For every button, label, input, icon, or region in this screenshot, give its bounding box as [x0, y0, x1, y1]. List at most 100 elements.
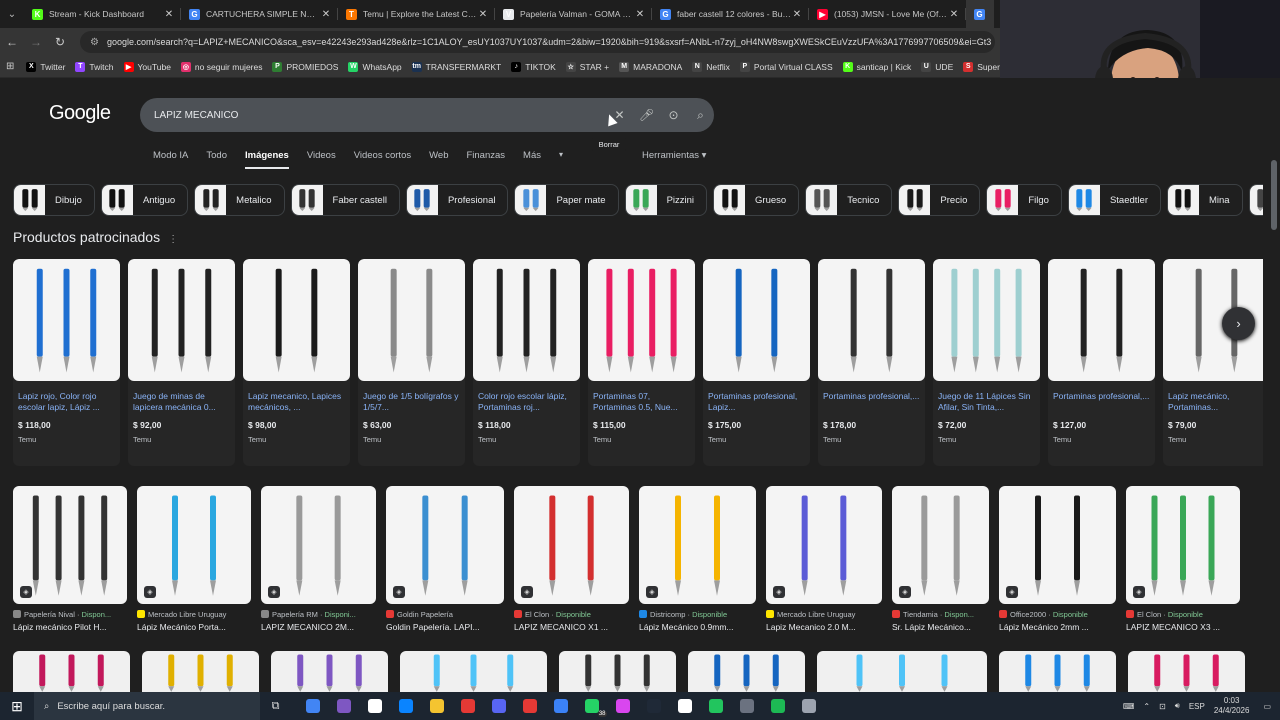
product-title[interactable]: Lapiz mecanico, Lapices mecánicos, ... — [248, 391, 345, 413]
taskbar-app-icon[interactable] — [328, 692, 359, 720]
bookmark-item[interactable]: ◎ no seguir mujeres — [180, 61, 262, 72]
tab-imágenes[interactable]: Imágenes — [245, 150, 289, 169]
sponsored-product-card[interactable]: Portaminas profesional,... $ 178,00 Temu — [818, 259, 925, 466]
image-caption[interactable]: LAPIZ MECANICO X1 ... — [514, 622, 629, 632]
image-caption[interactable]: LAPIZ MECANICO 2M... — [261, 622, 376, 632]
notifications-icon[interactable]: ▭ — [1263, 702, 1271, 711]
taskbar-app-icon[interactable] — [297, 692, 328, 720]
product-image[interactable] — [243, 259, 350, 381]
tab-web[interactable]: Web — [429, 150, 448, 169]
sponsored-product-card[interactable]: Juego de 1/5 bolígrafos y 1/5/7... $ 63,0… — [358, 259, 465, 466]
lens-icon[interactable]: ⊙ — [660, 108, 687, 122]
more-options-icon[interactable]: ⋮ — [168, 234, 178, 245]
language-indicator[interactable]: ESP — [1189, 702, 1205, 711]
product-image[interactable] — [128, 259, 235, 381]
search-input[interactable]: LAPIZ MECANICO — [154, 110, 606, 121]
image-result[interactable]: ◈ Papelería RM · Disponi... LAPIZ MECANICO… — [261, 486, 376, 632]
bookmark-item[interactable]: ▶ YouTube — [123, 61, 171, 72]
chip-pente[interactable]: Pente — [1248, 184, 1263, 216]
image-caption[interactable]: Lapiz Mecanico 2.0 M... — [766, 622, 882, 632]
image-thumbnail[interactable]: ◈ — [766, 486, 882, 604]
taskbar-app-icon[interactable] — [669, 692, 700, 720]
product-title[interactable]: Juego de 1/5 bolígrafos y 1/5/7... — [363, 391, 460, 413]
bookmark-item[interactable]: X Twitter — [26, 61, 65, 72]
sponsored-product-card[interactable]: Juego de 11 Lápices Sin Afilar, Sin Tint… — [933, 259, 1040, 466]
image-thumbnail[interactable]: ◈ — [13, 486, 127, 604]
taskbar-app-icon[interactable]: 38 — [576, 692, 607, 720]
taskbar-app-icon[interactable] — [731, 692, 762, 720]
taskbar-app-icon[interactable] — [359, 692, 390, 720]
product-title[interactable]: Portaminas profesional, Lapiz... — [708, 391, 805, 413]
taskbar-app-icon[interactable] — [483, 692, 514, 720]
image-caption[interactable]: Lápiz mecánico Pilot H... — [13, 622, 127, 632]
keyboard-icon[interactable]: ⌨ — [1123, 702, 1135, 711]
image-result[interactable]: ◈ Tiendamia · Dispon... Sr. Lápiz Mecánico… — [892, 486, 989, 632]
product-title[interactable]: Lapiz mecánico, Portaminas... — [1168, 391, 1263, 413]
browser-tab[interactable]: Gfaber castell 12 colores - Buscar ✕ — [652, 0, 809, 28]
bookmark-item[interactable]: N Netflix — [692, 61, 730, 72]
image-thumbnail[interactable]: ◈ — [386, 486, 504, 604]
product-image[interactable] — [818, 259, 925, 381]
taskbar-search[interactable]: ⌕ Escribe aquí para buscar. — [34, 692, 260, 720]
chip-dibujo[interactable]: Dibujo — [13, 184, 95, 216]
tab-close-icon[interactable]: ✕ — [477, 9, 489, 20]
reload-icon[interactable]: ↻ — [48, 35, 72, 49]
scrollbar-thumb[interactable] — [1271, 160, 1277, 230]
sponsored-product-card[interactable]: Color rojo escolar lápiz, Portaminas roj… — [473, 259, 580, 466]
sponsored-product-card[interactable]: Lapiz mecánico, Portaminas... $ 79,00 Temu — [1163, 259, 1263, 466]
tab-close-icon[interactable]: ✕ — [634, 9, 646, 20]
product-image[interactable] — [1048, 259, 1155, 381]
chip-precio[interactable]: Precio — [898, 184, 981, 216]
product-title[interactable]: Portaminas profesional,... — [1053, 391, 1150, 413]
image-caption[interactable]: Sr. Lápiz Mecánico... — [892, 622, 989, 632]
taskbar-app-icon[interactable] — [421, 692, 452, 720]
apps-grid-icon[interactable]: ⊞ — [6, 61, 14, 72]
sponsored-product-card[interactable]: Lapiz mecanico, Lapices mecánicos, ... $ … — [243, 259, 350, 466]
image-thumbnail-partial[interactable] — [1128, 651, 1245, 692]
image-result[interactable]: ◈ El Clon · Disponible LAPIZ MECANICO X3 .… — [1126, 486, 1240, 632]
image-result[interactable]: ◈ Papelería Nival · Dispon... Lápiz mecáni… — [13, 486, 127, 632]
image-result[interactable]: ◈ Mercado Libre Uruguay Lapiz Mecanico 2.0… — [766, 486, 882, 632]
chip-staedtler[interactable]: Staedtler — [1067, 184, 1161, 216]
chip-mina[interactable]: Mina — [1166, 184, 1243, 216]
taskbar-app-icon[interactable] — [638, 692, 669, 720]
image-caption[interactable]: Lápiz Mecánico Porta... — [137, 622, 251, 632]
taskbar-app-icon[interactable] — [514, 692, 545, 720]
image-thumbnail-partial[interactable] — [13, 651, 130, 692]
tab-close-icon[interactable]: ✕ — [948, 9, 960, 20]
image-thumbnail[interactable]: ◈ — [261, 486, 376, 604]
product-image[interactable] — [358, 259, 465, 381]
image-caption[interactable]: Goldin Papelería. LAPI... — [386, 622, 504, 632]
tab-finanzas[interactable]: Finanzas — [466, 150, 505, 169]
bookmark-item[interactable]: P Portal Virtual CLASS — [739, 61, 833, 72]
product-title[interactable]: Juego de minas de lapicera mecánica 0... — [133, 391, 230, 413]
product-title[interactable]: Lapiz rojo, Color rojo escolar lapiz, Lá… — [18, 391, 115, 413]
clock[interactable]: 0:03 24/4/2026 — [1214, 696, 1250, 716]
sponsored-product-card[interactable]: Juego de minas de lapicera mecánica 0...… — [128, 259, 235, 466]
taskbar-app-icon[interactable] — [762, 692, 793, 720]
tab-close-icon[interactable]: ✕ — [791, 9, 803, 20]
image-thumbnail-partial[interactable] — [271, 651, 388, 692]
image-thumbnail-partial[interactable] — [999, 651, 1116, 692]
chip-faber-castell[interactable]: Faber castell — [290, 184, 400, 216]
bookmark-item[interactable]: U UDE — [921, 61, 953, 72]
chip-filgo[interactable]: Filgo — [986, 184, 1062, 216]
volume-icon[interactable]: 🔊︎ — [1175, 701, 1180, 711]
image-result[interactable]: ◈ Districomp · Disponible Lápiz Mecánico 0… — [639, 486, 756, 632]
browser-tab[interactable]: K Stream - Kick Dashboard ✕ — [24, 0, 181, 28]
image-thumbnail-partial[interactable] — [400, 651, 547, 692]
tray-chevron-icon[interactable]: ⌃ — [1143, 702, 1150, 711]
image-thumbnail[interactable]: ◈ — [999, 486, 1116, 604]
chip-profesional[interactable]: Profesional — [405, 184, 509, 216]
tab-videos-cortos[interactable]: Videos cortos — [354, 150, 411, 169]
image-thumbnail-partial[interactable] — [817, 651, 987, 692]
taskbar-app-icon[interactable] — [452, 692, 483, 720]
bookmark-item[interactable]: tm TRANSFERMARKT — [411, 61, 501, 72]
network-icon[interactable]: ⊡ — [1159, 702, 1166, 711]
image-result[interactable]: ◈ Office2000 · Disponible Lápiz Mecánico 2… — [999, 486, 1116, 632]
sponsored-product-card[interactable]: Portaminas profesional,... $ 127,00 Temu — [1048, 259, 1155, 466]
sponsored-product-card[interactable]: Lapiz rojo, Color rojo escolar lapiz, Lá… — [13, 259, 120, 466]
tab-search-icon[interactable]: ⌄ — [0, 0, 24, 28]
bookmark-item[interactable]: P PROMIEDOS — [272, 61, 338, 72]
taskbar-app-icon[interactable] — [545, 692, 576, 720]
